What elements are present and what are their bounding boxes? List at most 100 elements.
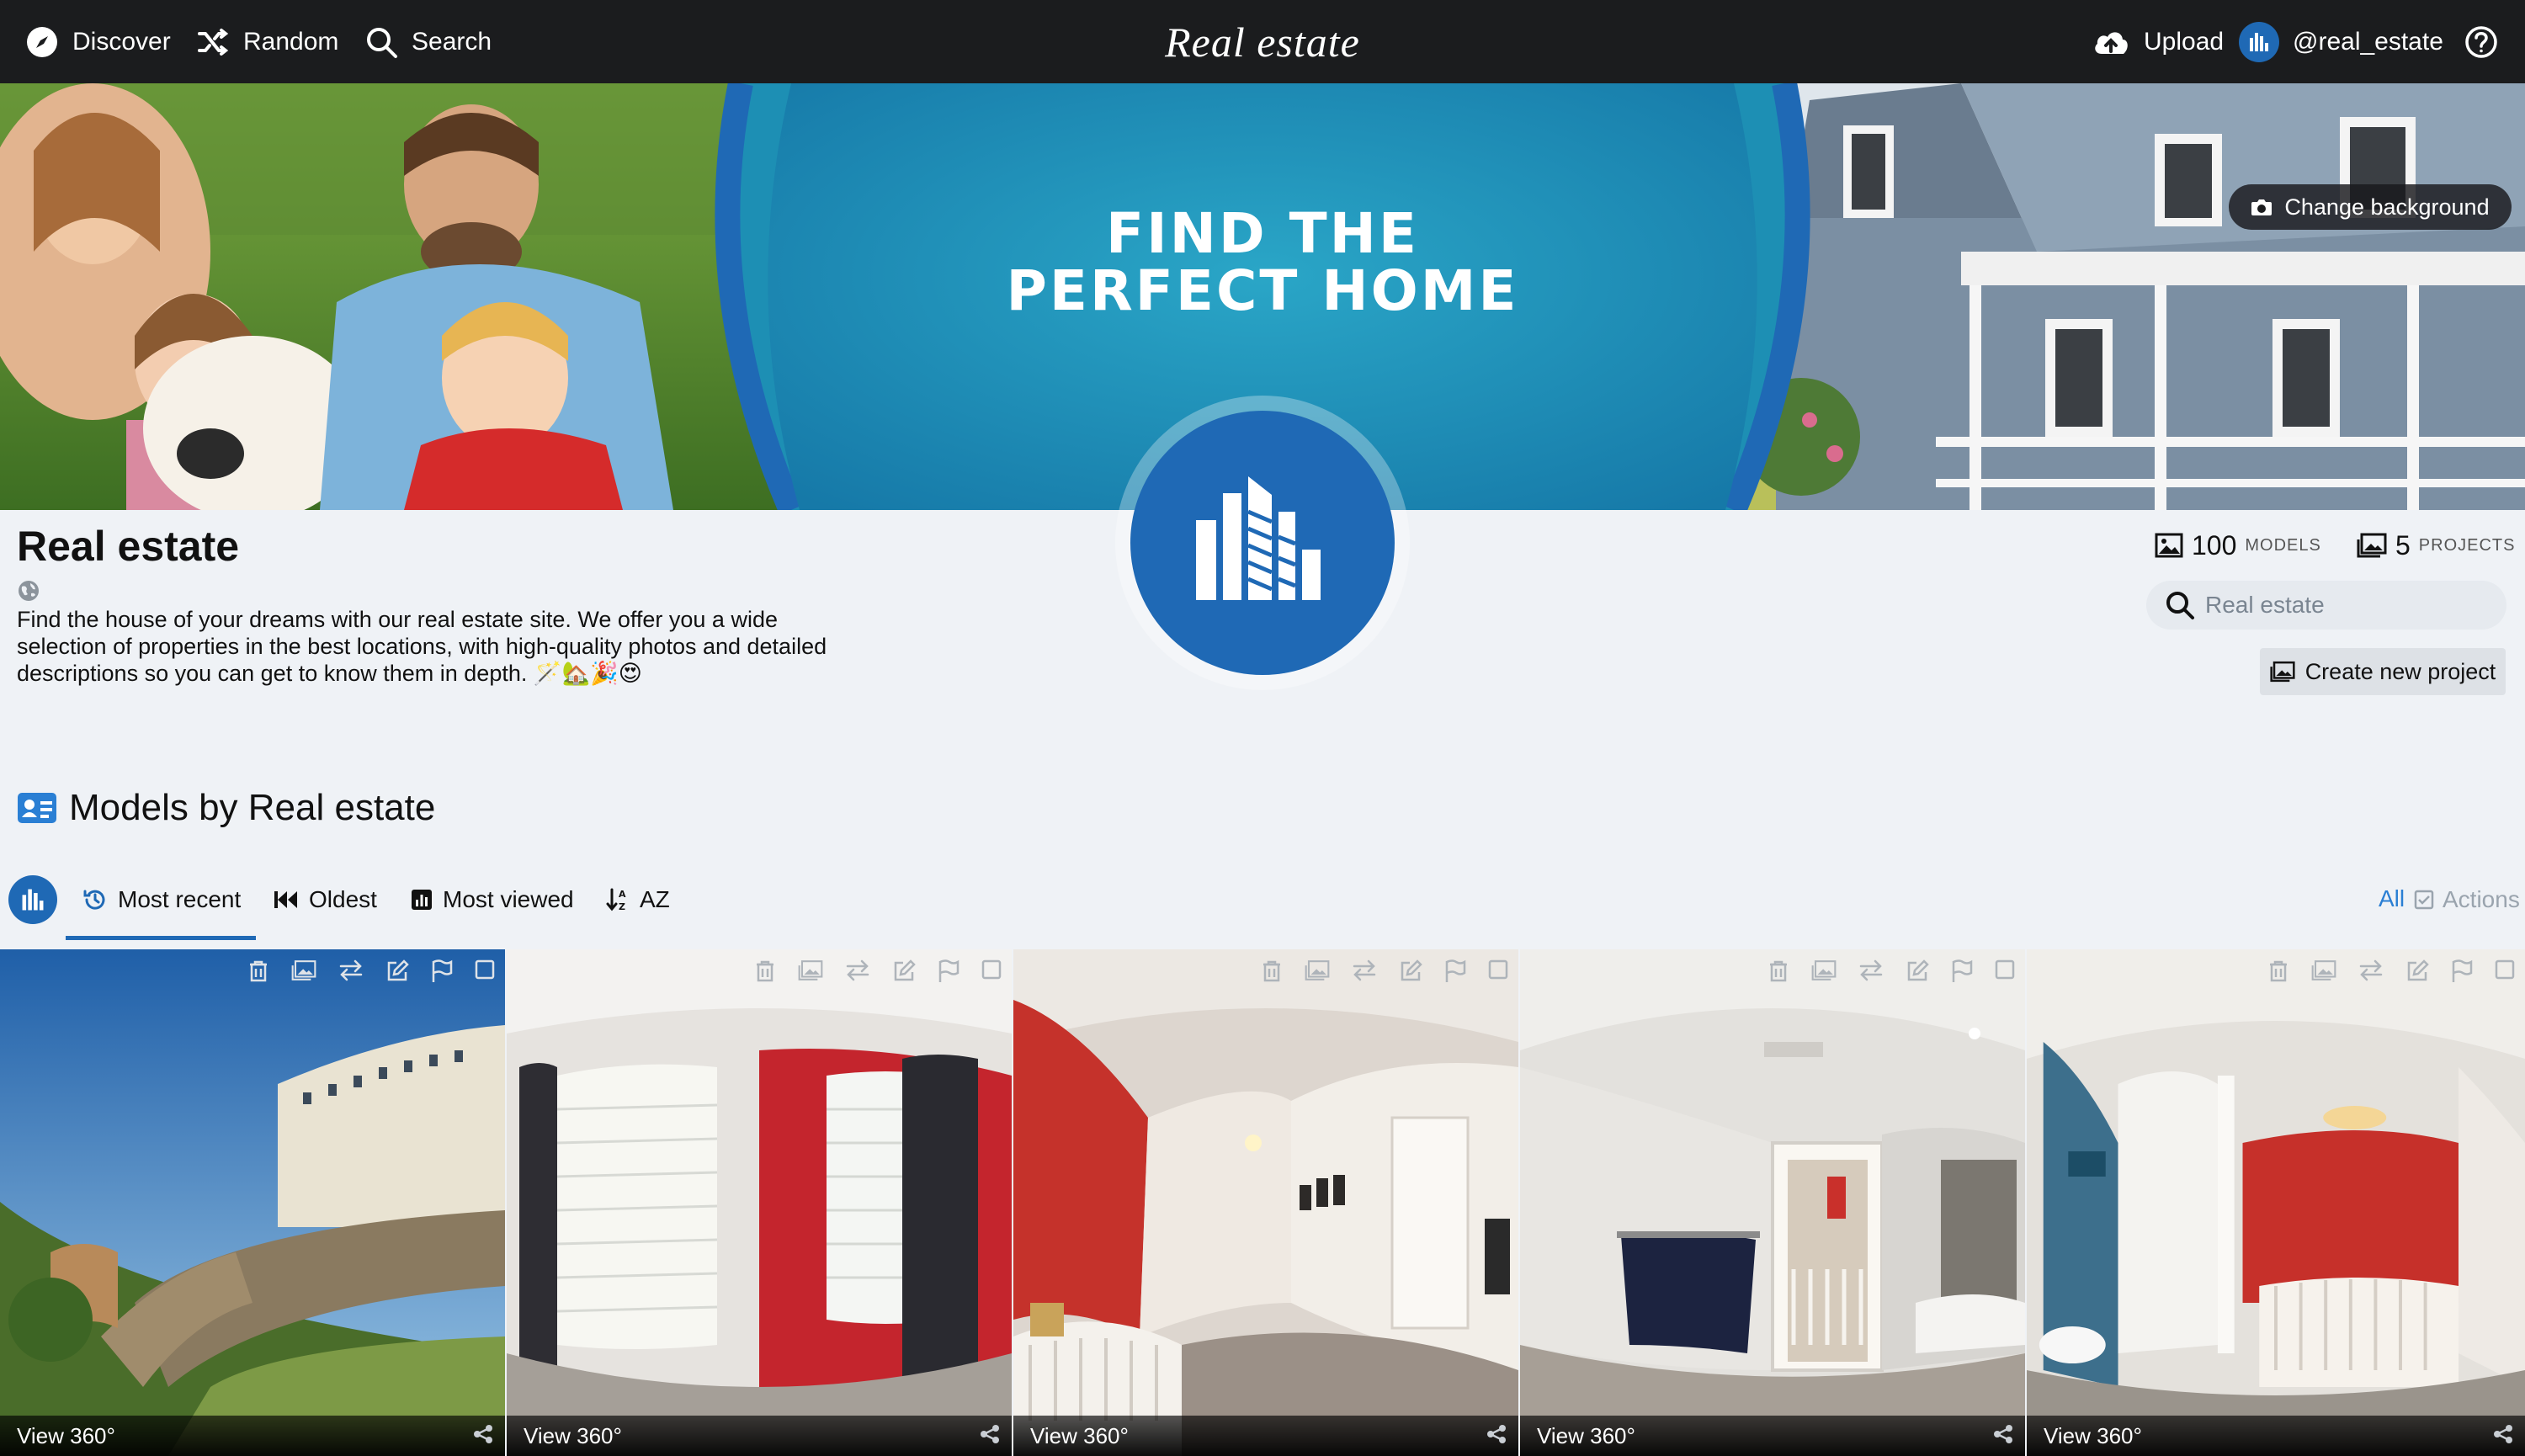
camera-icon bbox=[2251, 199, 2272, 215]
tab-most-recent[interactable]: Most recent bbox=[82, 875, 241, 924]
image-icon[interactable] bbox=[291, 959, 316, 987]
profile-name: Real estate bbox=[17, 523, 240, 570]
edit-icon[interactable] bbox=[1399, 959, 1422, 987]
model-card[interactable]: View 360° bbox=[507, 949, 1012, 1456]
view-360-link[interactable]: View 360° bbox=[1030, 1423, 1129, 1449]
nav-username: @real_estate bbox=[2293, 27, 2443, 56]
flag-icon[interactable] bbox=[1951, 959, 1973, 987]
svg-text:A: A bbox=[619, 889, 626, 900]
nav-random-label: Random bbox=[243, 27, 339, 56]
model-card[interactable]: View 360° bbox=[1013, 949, 1518, 1456]
panorama-preview bbox=[1013, 949, 1518, 1456]
tab-oldest[interactable]: Oldest bbox=[274, 875, 377, 924]
tab-most-recent-label: Most recent bbox=[118, 886, 242, 912]
tab-az-label: AZ bbox=[640, 886, 670, 912]
checkbox-icon[interactable] bbox=[475, 959, 495, 987]
search-icon bbox=[367, 27, 397, 58]
checkbox-icon bbox=[2414, 890, 2434, 910]
swap-icon[interactable] bbox=[1352, 959, 1377, 987]
images-icon bbox=[2357, 533, 2387, 558]
trash-icon[interactable] bbox=[2267, 959, 2289, 987]
change-background-label: Change background bbox=[2284, 194, 2490, 220]
projects-count: 5 bbox=[2395, 529, 2411, 561]
flag-icon[interactable] bbox=[1444, 959, 1466, 987]
panorama-preview bbox=[507, 949, 1012, 1456]
profile-avatar[interactable] bbox=[1130, 411, 1395, 675]
share-icon[interactable] bbox=[980, 1424, 1000, 1444]
nav-search[interactable]: Search bbox=[364, 0, 492, 83]
trash-icon[interactable] bbox=[1768, 959, 1789, 987]
swap-icon[interactable] bbox=[338, 959, 364, 987]
edit-icon[interactable] bbox=[385, 959, 409, 987]
model-card-toolbar bbox=[1768, 959, 2015, 987]
compass-icon bbox=[27, 26, 57, 57]
banner-headline: FIND THE PERFECT HOME bbox=[913, 205, 1612, 320]
view-360-link[interactable]: View 360° bbox=[1537, 1423, 1635, 1449]
trash-icon[interactable] bbox=[247, 959, 269, 987]
active-tab-indicator bbox=[66, 936, 256, 940]
swap-icon[interactable] bbox=[845, 959, 870, 987]
select-all-link[interactable]: All bbox=[2379, 885, 2405, 912]
view-360-link[interactable]: View 360° bbox=[2044, 1423, 2142, 1449]
profile-search-box bbox=[2146, 581, 2506, 630]
actions-label: Actions bbox=[2443, 886, 2520, 912]
section-title-text: Models by Real estate bbox=[69, 787, 436, 828]
model-card[interactable]: View 360° bbox=[1520, 949, 2025, 1456]
profile-search-input[interactable] bbox=[2205, 592, 2491, 619]
image-icon[interactable] bbox=[798, 959, 823, 987]
page-brand-title: Real estate bbox=[1165, 18, 1360, 66]
bar-chart-icon bbox=[412, 890, 432, 910]
edit-icon[interactable] bbox=[892, 959, 916, 987]
filter-avatar[interactable] bbox=[8, 875, 57, 924]
models-count-stat[interactable]: 100 MODELS bbox=[2155, 529, 2321, 562]
model-card[interactable]: View 360° bbox=[2027, 949, 2525, 1456]
nav-discover[interactable]: Discover bbox=[25, 0, 171, 83]
image-icon bbox=[2155, 533, 2183, 558]
trash-icon[interactable] bbox=[1261, 959, 1283, 987]
projects-count-stat[interactable]: 5 PROJECTS bbox=[2357, 529, 2515, 562]
panorama-preview bbox=[1520, 949, 2025, 1456]
user-avatar bbox=[2239, 21, 2279, 62]
panorama-preview bbox=[2027, 949, 2525, 1456]
tab-most-viewed-label: Most viewed bbox=[443, 886, 574, 912]
checkbox-icon[interactable] bbox=[1488, 959, 1508, 987]
share-icon[interactable] bbox=[473, 1424, 493, 1444]
share-icon[interactable] bbox=[1993, 1424, 2013, 1444]
change-background-button[interactable]: Change background bbox=[2229, 184, 2512, 230]
checkbox-icon[interactable] bbox=[2495, 959, 2515, 987]
backward-icon bbox=[274, 891, 297, 908]
panorama-preview bbox=[0, 949, 505, 1456]
create-project-button[interactable]: Create new project bbox=[2260, 648, 2506, 695]
image-icon[interactable] bbox=[1305, 959, 1330, 987]
view-360-link[interactable]: View 360° bbox=[524, 1423, 622, 1449]
tab-most-viewed[interactable]: Most viewed bbox=[411, 875, 574, 924]
actions-menu[interactable]: Actions bbox=[2414, 885, 2520, 914]
city-logo-icon bbox=[2250, 32, 2268, 51]
share-icon[interactable] bbox=[2493, 1424, 2513, 1444]
swap-icon[interactable] bbox=[2358, 959, 2384, 987]
flag-icon[interactable] bbox=[2451, 959, 2473, 987]
swap-icon[interactable] bbox=[1858, 959, 1884, 987]
share-icon[interactable] bbox=[1486, 1424, 1507, 1444]
globe-icon[interactable] bbox=[17, 579, 40, 603]
model-card[interactable]: View 360° bbox=[0, 949, 505, 1456]
edit-icon[interactable] bbox=[2405, 959, 2429, 987]
nav-upload[interactable]: Upload bbox=[2092, 0, 2224, 83]
nav-user-profile[interactable]: @real_estate bbox=[2239, 0, 2443, 83]
image-icon[interactable] bbox=[1811, 959, 1837, 987]
trash-icon[interactable] bbox=[754, 959, 776, 987]
edit-icon[interactable] bbox=[1906, 959, 1929, 987]
checkbox-icon[interactable] bbox=[1995, 959, 2015, 987]
tab-az[interactable]: AZ AZ bbox=[606, 875, 670, 924]
checkbox-icon[interactable] bbox=[981, 959, 1002, 987]
nav-random[interactable]: Random bbox=[196, 0, 338, 83]
view-360-link[interactable]: View 360° bbox=[17, 1423, 115, 1449]
image-icon[interactable] bbox=[2311, 959, 2336, 987]
flag-icon[interactable] bbox=[938, 959, 960, 987]
flag-icon[interactable] bbox=[431, 959, 453, 987]
help-button[interactable] bbox=[2464, 0, 2498, 83]
models-label: MODELS bbox=[2245, 535, 2321, 555]
city-logo-icon bbox=[1196, 476, 1321, 600]
model-card-toolbar bbox=[247, 959, 495, 987]
create-project-label: Create new project bbox=[2304, 658, 2496, 684]
